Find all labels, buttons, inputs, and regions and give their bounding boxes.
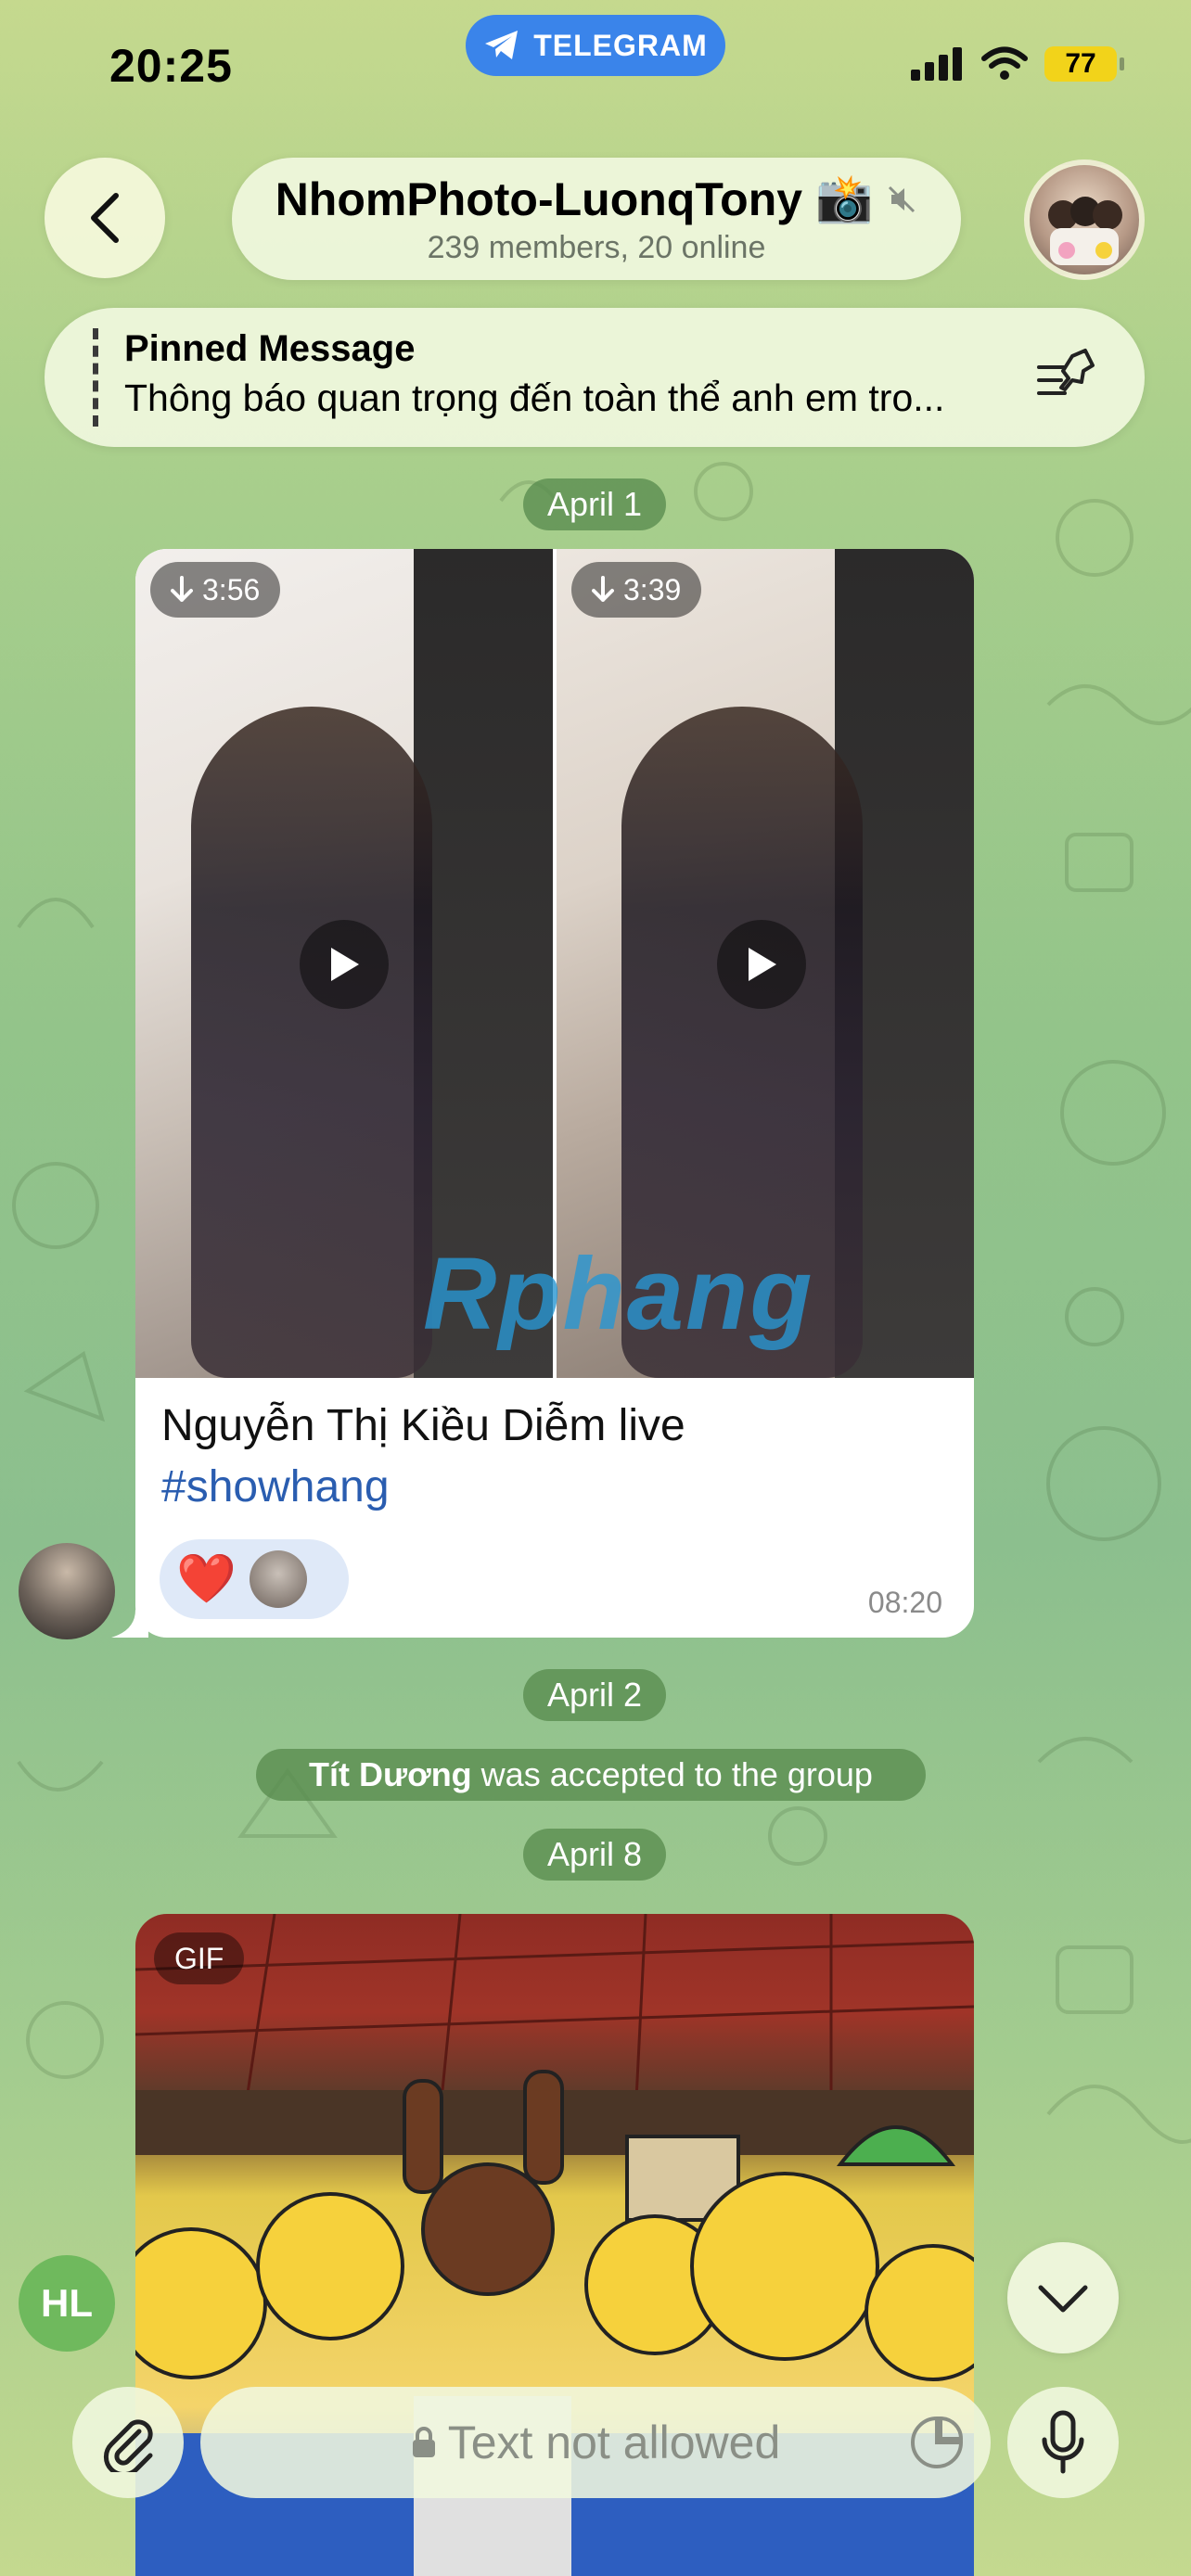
pinned-message-bar[interactable]: Pinned Message Thông báo quan trọng đến … bbox=[45, 308, 1145, 447]
telegram-pill-label: TELEGRAM bbox=[533, 28, 708, 62]
microphone-icon bbox=[1042, 2410, 1084, 2474]
video-duration-badge: 3:39 bbox=[571, 562, 702, 618]
reactor-avatar bbox=[249, 1550, 307, 1608]
input-placeholder: Text not allowed bbox=[447, 2417, 781, 2468]
service-message: Tít Dương was accepted to the group bbox=[256, 1749, 926, 1801]
member-count: 239 members, 20 online bbox=[427, 230, 766, 265]
scroll-to-bottom-button[interactable] bbox=[1007, 2242, 1119, 2353]
play-button[interactable] bbox=[717, 920, 806, 1009]
telegram-icon bbox=[485, 31, 519, 59]
message-time: 08:20 bbox=[867, 1586, 942, 1619]
play-button[interactable] bbox=[300, 920, 389, 1009]
video-duration-badge: 3:56 bbox=[150, 562, 281, 618]
download-arrow-icon bbox=[171, 576, 193, 602]
group-name: NhomPhoto-LuonqTony bbox=[275, 172, 803, 225]
reaction-chip[interactable]: ❤️ bbox=[160, 1539, 349, 1619]
video-subject bbox=[191, 707, 432, 1378]
pinned-list-icon[interactable] bbox=[1035, 347, 1096, 404]
heart-reaction-icon: ❤️ bbox=[176, 1552, 237, 1606]
camera-emoji: 📸 bbox=[815, 172, 874, 224]
group-avatar[interactable] bbox=[1024, 159, 1145, 280]
video-watermark: Rphang bbox=[423, 1237, 814, 1351]
chevron-down-icon bbox=[1038, 2285, 1088, 2313]
input-placeholder-group: Text not allowed bbox=[411, 2416, 781, 2469]
date-separator: April 1 bbox=[523, 478, 666, 530]
hashtag-link[interactable]: #showhang bbox=[161, 1461, 390, 1512]
status-bar: 20:25 TELEGRAM 77 bbox=[0, 0, 1191, 139]
service-text: was accepted to the group bbox=[480, 1755, 873, 1793]
microphone-button[interactable] bbox=[1007, 2387, 1119, 2498]
pinned-indicator bbox=[93, 328, 98, 427]
chevron-left-icon bbox=[91, 193, 119, 243]
muted-icon bbox=[889, 185, 916, 212]
telegram-return-pill[interactable]: TELEGRAM bbox=[466, 15, 725, 76]
wifi-icon bbox=[981, 46, 1028, 80]
group-avatar-image bbox=[1048, 197, 1122, 265]
date-separator: April 2 bbox=[523, 1669, 666, 1721]
message-input[interactable]: Text not allowed bbox=[200, 2387, 991, 2498]
battery-indicator: 77 bbox=[1044, 46, 1124, 82]
message-bubble[interactable]: 3:56 3:39 Rphang Nguyễn Thị Kiều Diễm li… bbox=[135, 549, 974, 1638]
play-icon bbox=[749, 948, 776, 981]
video-duration: 3:56 bbox=[202, 572, 261, 606]
date-separator: April 8 bbox=[523, 1829, 666, 1881]
sender-avatar[interactable] bbox=[19, 1543, 115, 1639]
status-time: 20:25 bbox=[109, 40, 233, 92]
lock-icon bbox=[412, 2427, 435, 2457]
chat-title-pill[interactable]: NhomPhoto-LuonqTony 📸 239 members, 20 on… bbox=[232, 158, 961, 280]
pinned-title: Pinned Message bbox=[124, 328, 416, 369]
attach-button[interactable] bbox=[72, 2387, 184, 2498]
paperclip-icon bbox=[103, 2419, 153, 2472]
sender-avatar-initials[interactable]: HL bbox=[19, 2255, 115, 2352]
pinned-text: Thông báo quan trọng đến toàn thể anh em… bbox=[124, 376, 945, 419]
back-button[interactable] bbox=[45, 158, 165, 278]
cellular-signal-icon bbox=[911, 47, 962, 81]
play-icon bbox=[331, 948, 359, 981]
gif-badge: GIF bbox=[154, 1932, 245, 1984]
group-title: NhomPhoto-LuonqTony 📸 bbox=[275, 172, 918, 226]
message-caption: Nguyễn Thị Kiều Diễm live bbox=[161, 1401, 685, 1450]
video-duration: 3:39 bbox=[623, 572, 682, 606]
status-icons: 77 bbox=[911, 46, 1124, 82]
sticker-icon[interactable] bbox=[909, 2415, 965, 2470]
download-arrow-icon bbox=[592, 576, 614, 602]
service-user-name[interactable]: Tít Dương bbox=[309, 1755, 472, 1794]
